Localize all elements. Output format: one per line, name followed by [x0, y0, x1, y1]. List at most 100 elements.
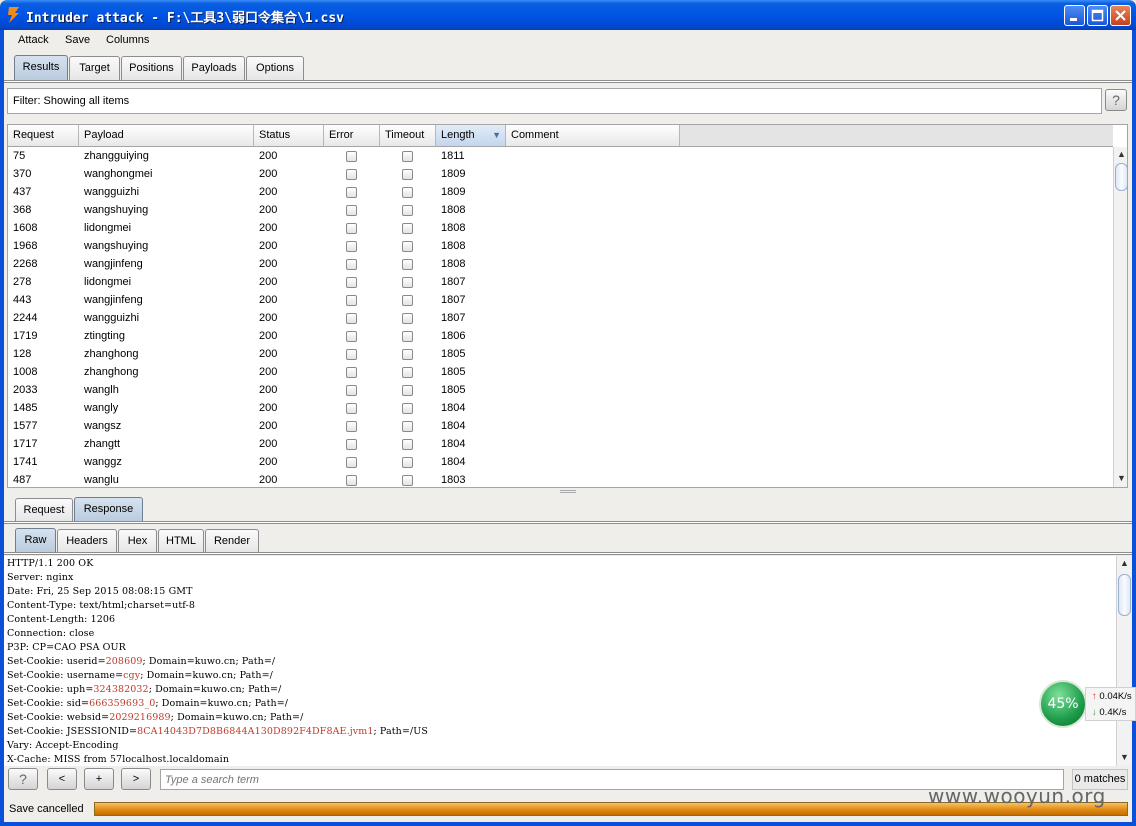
filter-help-button[interactable]: ? — [1105, 89, 1127, 111]
search-next-button[interactable]: > — [121, 768, 151, 790]
table-scrollbar[interactable]: ▲ ▼ — [1113, 147, 1127, 487]
error-checkbox[interactable] — [346, 475, 357, 486]
error-checkbox[interactable] — [346, 277, 357, 288]
tab-response[interactable]: Response — [74, 497, 143, 523]
timeout-checkbox[interactable] — [402, 385, 413, 396]
error-checkbox[interactable] — [346, 439, 357, 450]
raw-response-editor[interactable]: HTTP/1.1 200 OK Server: nginx Date: Fri, 2… — [4, 556, 1116, 766]
title-bar[interactable]: Intruder attack - F:\工具3\弱口令集合\1.csv — [0, 0, 1136, 30]
network-usage-ball[interactable]: 45% — [1039, 680, 1087, 728]
response-scroll-down-icon[interactable]: ▼ — [1117, 750, 1132, 765]
maximize-button[interactable] — [1087, 5, 1108, 26]
table-row[interactable]: 2268 wangjinfeng 200 1808 — [8, 255, 680, 273]
timeout-checkbox[interactable] — [402, 331, 413, 342]
error-checkbox[interactable] — [346, 367, 357, 378]
timeout-checkbox[interactable] — [402, 277, 413, 288]
response-scrollbar[interactable]: ▲ ▼ — [1116, 556, 1131, 766]
search-help-button[interactable]: ? — [8, 768, 38, 790]
search-prev-button[interactable]: < — [47, 768, 77, 790]
timeout-checkbox[interactable] — [402, 241, 413, 252]
minimize-button[interactable] — [1064, 5, 1085, 26]
timeout-checkbox[interactable] — [402, 457, 413, 468]
split-divider[interactable] — [4, 489, 1132, 495]
column-request[interactable]: Request — [8, 125, 79, 146]
table-row[interactable]: 370 wanghongmei 200 1809 — [8, 165, 680, 183]
error-checkbox[interactable] — [346, 295, 357, 306]
table-row[interactable]: 1008 zhanghong 200 1805 — [8, 363, 680, 381]
timeout-checkbox[interactable] — [402, 403, 413, 414]
timeout-checkbox[interactable] — [402, 313, 413, 324]
error-checkbox[interactable] — [346, 457, 357, 468]
scroll-up-icon[interactable]: ▲ — [1114, 147, 1127, 162]
tab-headers[interactable]: Headers — [57, 529, 117, 553]
column-length[interactable]: Length ▼ — [436, 125, 506, 146]
table-row[interactable]: 75 zhangguiying 200 1811 — [8, 147, 680, 165]
error-checkbox[interactable] — [346, 205, 357, 216]
response-scroll-thumb[interactable] — [1118, 574, 1131, 616]
table-row[interactable]: 278 lidongmei 200 1807 — [8, 273, 680, 291]
scroll-thumb[interactable] — [1115, 163, 1127, 191]
table-row[interactable]: 368 wangshuying 200 1808 — [8, 201, 680, 219]
table-row[interactable]: 443 wangjinfeng 200 1807 — [8, 291, 680, 309]
timeout-checkbox[interactable] — [402, 367, 413, 378]
response-scroll-up-icon[interactable]: ▲ — [1117, 556, 1132, 571]
table-row[interactable]: 1741 wanggz 200 1804 — [8, 453, 680, 471]
search-add-button[interactable]: + — [84, 768, 114, 790]
column-error[interactable]: Error — [324, 125, 380, 146]
menu-save[interactable]: Save — [65, 34, 90, 46]
timeout-checkbox[interactable] — [402, 439, 413, 450]
timeout-checkbox[interactable] — [402, 223, 413, 234]
table-row[interactable]: 1968 wangshuying 200 1808 — [8, 237, 680, 255]
tab-results[interactable]: Results — [14, 55, 68, 81]
table-row[interactable]: 487 wanglu 200 1803 — [8, 471, 680, 487]
filter-bar[interactable]: Filter: Showing all items — [7, 88, 1102, 114]
column-comment[interactable]: Comment — [506, 125, 680, 146]
timeout-checkbox[interactable] — [402, 259, 413, 270]
timeout-checkbox[interactable] — [402, 187, 413, 198]
error-checkbox[interactable] — [346, 421, 357, 432]
error-checkbox[interactable] — [346, 187, 357, 198]
error-checkbox[interactable] — [346, 151, 357, 162]
scroll-down-icon[interactable]: ▼ — [1114, 471, 1127, 486]
table-row[interactable]: 2033 wanglh 200 1805 — [8, 381, 680, 399]
close-button[interactable] — [1110, 5, 1131, 26]
table-row[interactable]: 1577 wangsz 200 1804 — [8, 417, 680, 435]
table-row[interactable]: 1485 wangly 200 1804 — [8, 399, 680, 417]
table-row[interactable]: 1719 ztingting 200 1806 — [8, 327, 680, 345]
table-row[interactable]: 1717 zhangtt 200 1804 — [8, 435, 680, 453]
tab-options[interactable]: Options — [246, 56, 304, 80]
tab-html[interactable]: HTML — [158, 529, 204, 553]
tab-raw[interactable]: Raw — [15, 528, 56, 554]
tab-payloads[interactable]: Payloads — [183, 56, 245, 80]
tab-hex[interactable]: Hex — [118, 529, 157, 553]
table-row[interactable]: 437 wangguizhi 200 1809 — [8, 183, 680, 201]
error-checkbox[interactable] — [346, 313, 357, 324]
error-checkbox[interactable] — [346, 223, 357, 234]
timeout-checkbox[interactable] — [402, 205, 413, 216]
divider-grip-icon[interactable] — [560, 490, 576, 493]
column-timeout[interactable]: Timeout — [380, 125, 436, 146]
tab-render[interactable]: Render — [205, 529, 259, 553]
error-checkbox[interactable] — [346, 259, 357, 270]
tab-request[interactable]: Request — [15, 498, 73, 522]
error-checkbox[interactable] — [346, 169, 357, 180]
timeout-checkbox[interactable] — [402, 295, 413, 306]
column-status[interactable]: Status — [254, 125, 324, 146]
error-checkbox[interactable] — [346, 349, 357, 360]
error-checkbox[interactable] — [346, 385, 357, 396]
error-checkbox[interactable] — [346, 403, 357, 414]
timeout-checkbox[interactable] — [402, 349, 413, 360]
timeout-checkbox[interactable] — [402, 169, 413, 180]
tab-target[interactable]: Target — [69, 56, 120, 80]
menu-attack[interactable]: Attack — [18, 34, 49, 46]
network-monitor-widget[interactable]: 45% ↑ 0.04K/s ↓ 0.4K/s — [1039, 680, 1136, 728]
menu-columns[interactable]: Columns — [106, 34, 149, 46]
table-row[interactable]: 1608 lidongmei 200 1808 — [8, 219, 680, 237]
error-checkbox[interactable] — [346, 241, 357, 252]
timeout-checkbox[interactable] — [402, 421, 413, 432]
error-checkbox[interactable] — [346, 331, 357, 342]
table-row[interactable]: 2244 wangguizhi 200 1807 — [8, 309, 680, 327]
table-row[interactable]: 128 zhanghong 200 1805 — [8, 345, 680, 363]
timeout-checkbox[interactable] — [402, 151, 413, 162]
column-payload[interactable]: Payload — [79, 125, 254, 146]
